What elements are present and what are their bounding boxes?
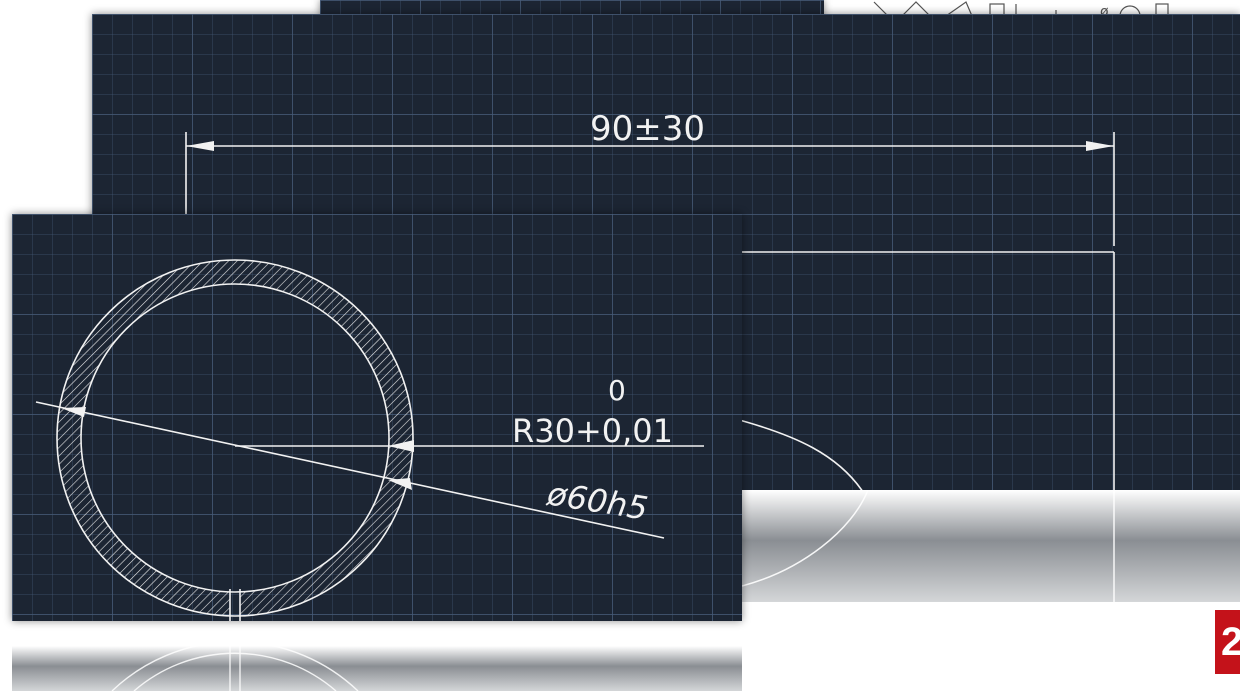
front-drawing: 0 R30+0,01 ø60h5 — [12, 214, 742, 621]
reflection-curve — [742, 490, 869, 587]
drawing-canvas-front[interactable]: 0 R30+0,01 ø60h5 — [12, 214, 742, 621]
dimension-top-label: 90±30 — [590, 109, 705, 149]
page-badge: 2 — [1215, 610, 1240, 674]
radius-label: R30+0,01 — [512, 412, 673, 450]
part-curve — [731, 417, 863, 490]
reflection-front — [12, 646, 742, 691]
reflection-circle-inner — [133, 652, 337, 691]
arrow-left — [186, 141, 214, 151]
reflection-top — [742, 490, 1240, 602]
arrow-right — [1086, 141, 1114, 151]
tolerance-upper-label: 0 — [608, 374, 626, 407]
